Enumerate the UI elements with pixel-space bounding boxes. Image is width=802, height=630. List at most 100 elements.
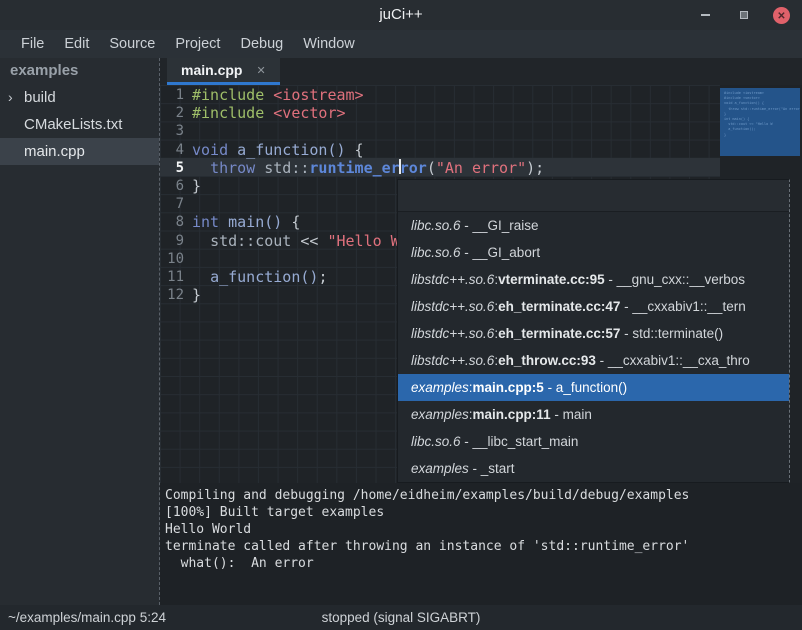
code-token: ( (427, 159, 436, 177)
backtrace-item[interactable]: examples:main.cpp:5 - a_function() (398, 374, 789, 401)
line-number: 5 (160, 159, 184, 177)
symbol-name: - __cxxabiv1::__cxa_thro (596, 353, 750, 368)
code-token: #include (192, 86, 264, 104)
code-line: #include <iostream> (192, 86, 802, 104)
line-number: 10 (160, 250, 184, 268)
juci-window: juCi++ FileEditSourceProjectDebugWindow … (0, 0, 802, 630)
tab-label: main.cpp (181, 62, 242, 78)
menu-item-window[interactable]: Window (293, 30, 365, 58)
status-bar: stopped (signal SIGABRT) ~/examples/main… (0, 605, 802, 630)
title-bar[interactable]: juCi++ (0, 0, 802, 30)
code-line: throw std::runtime_error("An error"); (192, 159, 802, 177)
symbol-name: - __cxxabiv1::__tern (620, 299, 745, 314)
symbol-name: - main (551, 407, 592, 422)
symbol-name: - _start (469, 461, 515, 476)
terminal-line: what(): An error (165, 555, 802, 572)
backtrace-item[interactable]: libc.so.6 - __GI_abort (398, 239, 789, 266)
code-token: <vector> (273, 104, 345, 122)
module-name: examples (411, 380, 469, 395)
code-token: std:: (264, 159, 309, 177)
backtrace-item[interactable]: libstdc++.so.6:eh_terminate.cc:57 - std:… (398, 320, 789, 347)
file-location: main.cpp:11 (473, 407, 551, 422)
line-number: 3 (160, 122, 184, 140)
window-title: juCi++ (0, 0, 802, 30)
module-name: libstdc++.so.6 (411, 353, 494, 368)
module-name: libstdc++.so.6 (411, 326, 494, 341)
symbol-name: - a_function() (544, 380, 627, 395)
backtrace-item[interactable]: examples - _start (398, 455, 789, 482)
editor-gutter: 123456789101112 (160, 86, 184, 304)
code-token: #include (192, 104, 264, 122)
code-token: throw (210, 159, 255, 177)
file-location: eh_terminate.cc:47 (498, 299, 620, 314)
minimize-button[interactable] (697, 7, 714, 24)
code-token: { (346, 141, 364, 159)
code-token (192, 268, 210, 286)
menu-item-file[interactable]: File (11, 30, 54, 58)
file-tree: ›buildCMakeLists.txtmain.cpp (0, 84, 159, 165)
tree-item-build[interactable]: ›build (0, 84, 159, 111)
code-token: } (192, 286, 201, 304)
terminal-line: terminate called after throwing an insta… (165, 538, 802, 555)
code-line: #include <vector> (192, 104, 802, 122)
backtrace-item[interactable]: examples:main.cpp:11 - main (398, 401, 789, 428)
window-controls (697, 0, 790, 30)
code-token: void (192, 141, 228, 159)
close-button[interactable] (773, 7, 790, 24)
restore-icon (740, 11, 748, 19)
tree-item-label: CMakeLists.txt (24, 111, 122, 138)
backtrace-list: libc.so.6 - __GI_raiselibc.so.6 - __GI_a… (398, 212, 789, 482)
code-overview-lines: #include <iostream>#include <vector>void… (724, 91, 800, 138)
menu-item-source[interactable]: Source (99, 30, 165, 58)
backtrace-item[interactable]: libc.so.6 - __GI_raise (398, 212, 789, 239)
project-name-header: examples (0, 58, 159, 84)
symbol-name: - __GI_abort (461, 245, 541, 260)
module-name: libc.so.6 (411, 218, 461, 233)
restore-button[interactable] (735, 7, 752, 24)
line-number: 8 (160, 213, 184, 231)
backtrace-item[interactable]: libstdc++.so.6:vterminate.cc:95 - __gnu_… (398, 266, 789, 293)
minimize-icon (701, 14, 710, 16)
code-token: <iostream> (273, 86, 363, 104)
line-number: 4 (160, 141, 184, 159)
tree-item-cmakelists-txt[interactable]: CMakeLists.txt (0, 111, 159, 138)
overview-line: } (724, 133, 800, 138)
line-number: 1 (160, 86, 184, 104)
terminal-output[interactable]: Compiling and debugging /home/eidheim/ex… (160, 483, 802, 605)
line-number: 2 (160, 104, 184, 122)
code-token: ); (526, 159, 544, 177)
code-token: ; (318, 268, 327, 286)
menu-item-edit[interactable]: Edit (54, 30, 99, 58)
backtrace-item[interactable]: libc.so.6 - __libc_start_main (398, 428, 789, 455)
line-number: 6 (160, 177, 184, 195)
tree-item-label: build (24, 84, 56, 111)
tab-bar: main.cpp (160, 58, 802, 85)
file-explorer-panel: examples ›buildCMakeLists.txtmain.cpp (0, 58, 160, 605)
code-token (192, 159, 210, 177)
code-editor[interactable]: 123456789101112 #include <iostream>#incl… (160, 85, 802, 483)
code-token: runtime_error (309, 159, 426, 177)
code-overview: #include <iostream>#include <vector>void… (720, 88, 800, 156)
code-token: "Hello W (327, 232, 399, 250)
tab-main-cpp[interactable]: main.cpp (167, 58, 280, 85)
terminal-line: Hello World (165, 521, 802, 538)
symbol-name: - __gnu_cxx::__verbos (605, 272, 745, 287)
code-token: a_function() (237, 141, 345, 159)
module-name: libstdc++.so.6 (411, 299, 494, 314)
code-token (219, 213, 228, 231)
module-name: examples (411, 407, 469, 422)
backtrace-item[interactable]: libstdc++.so.6:eh_terminate.cc:47 - __cx… (398, 293, 789, 320)
tree-item-main-cpp[interactable]: main.cpp (0, 138, 159, 165)
menu-item-debug[interactable]: Debug (230, 30, 293, 58)
module-name: examples (411, 461, 469, 476)
close-icon (777, 6, 785, 24)
tree-item-label: main.cpp (24, 138, 85, 165)
tab-close-icon[interactable] (256, 61, 265, 79)
file-location: main.cpp:5 (473, 380, 544, 395)
code-token: std::cout (210, 232, 291, 250)
code-token (228, 141, 237, 159)
menu-item-project[interactable]: Project (165, 30, 230, 58)
backtrace-item[interactable]: libstdc++.so.6:eh_throw.cc:93 - __cxxabi… (398, 347, 789, 374)
code-line: void a_function() { (192, 141, 802, 159)
popup-search-entry[interactable] (398, 180, 789, 212)
